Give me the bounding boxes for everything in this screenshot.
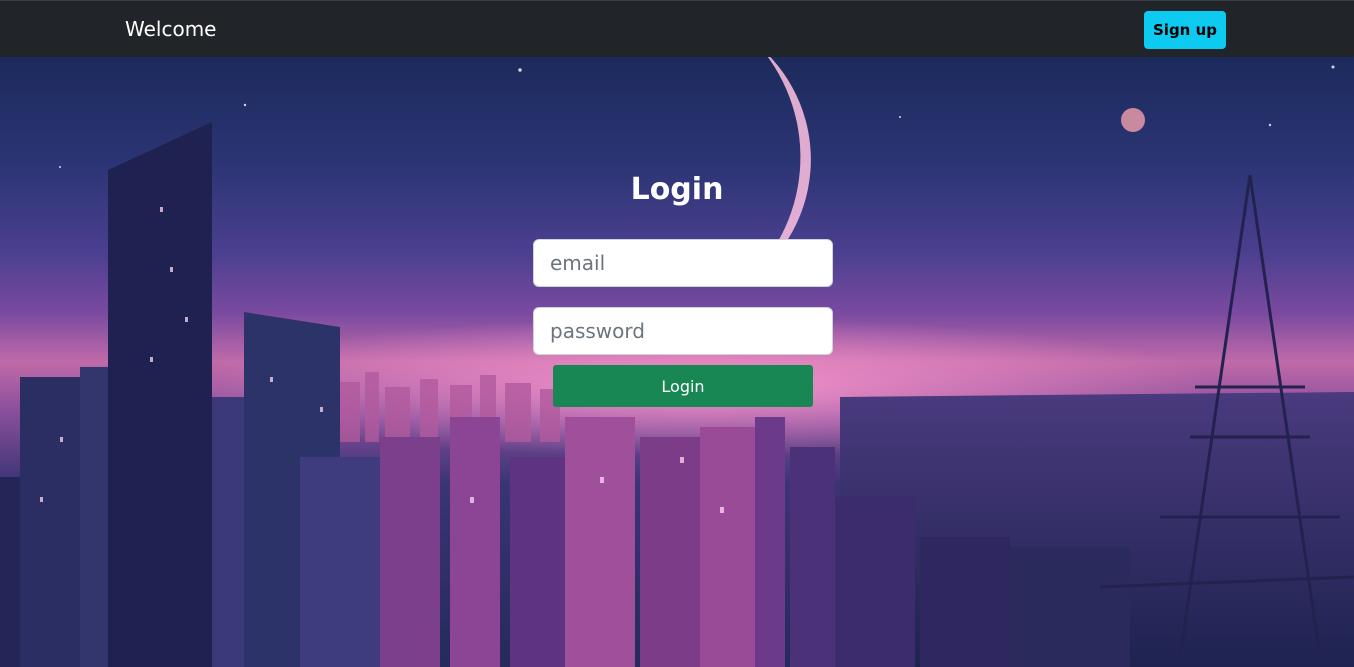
login-button[interactable]: Login: [553, 365, 813, 407]
hero-background: Login Login: [0, 57, 1354, 667]
password-field[interactable]: [533, 307, 833, 355]
top-navbar: Welcome Sign up: [0, 0, 1354, 57]
navbar-brand[interactable]: Welcome: [125, 17, 216, 41]
email-field[interactable]: [533, 239, 833, 287]
login-title: Login: [630, 172, 724, 207]
planet: [1121, 108, 1145, 132]
signup-button[interactable]: Sign up: [1144, 11, 1226, 49]
city-night-illustration: [0, 57, 1354, 667]
